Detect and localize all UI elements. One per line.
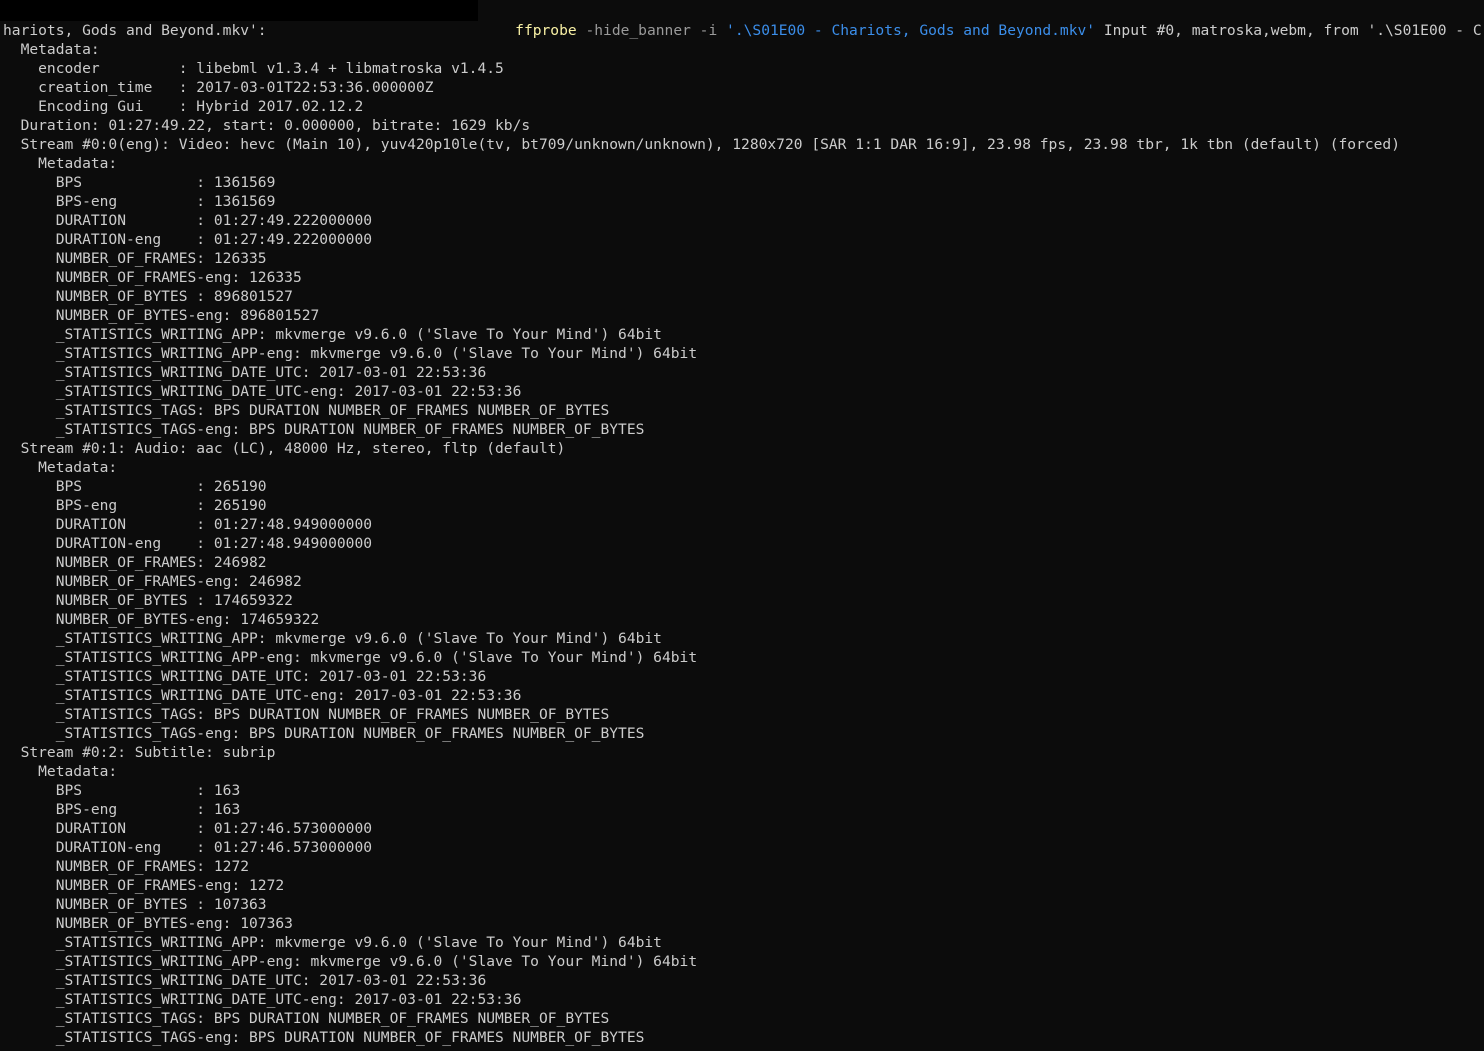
output-line: Metadata:: [3, 155, 118, 172]
output-line: BPS-eng : 265190: [3, 497, 267, 514]
output-lines: hariots, Gods and Beyond.mkv': Metadata:…: [0, 21, 1484, 1047]
output-line: _STATISTICS_WRITING_DATE_UTC-eng: 2017-0…: [3, 687, 522, 704]
output-start: Input #0, matroska,webm, from '.\S01E00 …: [1095, 22, 1482, 39]
output-line: Metadata:: [3, 41, 100, 58]
output-line: BPS : 1361569: [3, 174, 276, 191]
output-line: NUMBER_OF_FRAMES: 246982: [3, 554, 267, 571]
output-line: _STATISTICS_WRITING_DATE_UTC-eng: 2017-0…: [3, 991, 522, 1008]
output-line: DURATION : 01:27:49.222000000: [3, 212, 373, 229]
output-line: NUMBER_OF_FRAMES-eng: 246982: [3, 573, 302, 590]
output-line: Encoding Gui : Hybrid 2017.02.12.2: [3, 98, 364, 115]
output-line: _STATISTICS_WRITING_APP-eng: mkvmerge v9…: [3, 649, 698, 666]
output-line: DURATION-eng : 01:27:49.222000000: [3, 231, 373, 248]
output-line: _STATISTICS_WRITING_DATE_UTC: 2017-03-01…: [3, 364, 487, 381]
output-line: _STATISTICS_TAGS: BPS DURATION NUMBER_OF…: [3, 402, 610, 419]
output-line: Stream #0:1: Audio: aac (LC), 48000 Hz, …: [3, 440, 566, 457]
output-line: NUMBER_OF_BYTES : 896801527: [3, 288, 293, 305]
output-line: NUMBER_OF_FRAMES-eng: 126335: [3, 269, 302, 286]
output-line: Duration: 01:27:49.22, start: 0.000000, …: [3, 117, 531, 134]
output-line: Metadata:: [3, 459, 118, 476]
output-line: _STATISTICS_WRITING_APP: mkvmerge v9.6.0…: [3, 630, 662, 647]
output-line: DURATION : 01:27:46.573000000: [3, 820, 373, 837]
output-line: NUMBER_OF_BYTES-eng: 107363: [3, 915, 293, 932]
command-args: -hide_banner -i: [576, 22, 727, 39]
output-line: BPS-eng : 163: [3, 801, 241, 818]
output-line: BPS : 163: [3, 782, 241, 799]
output-line: Stream #0:0(eng): Video: hevc (Main 10),…: [3, 136, 1401, 153]
output-line: DURATION-eng : 01:27:48.949000000: [3, 535, 373, 552]
output-line: Metadata:: [3, 763, 118, 780]
output-line: _STATISTICS_WRITING_DATE_UTC: 2017-03-01…: [3, 668, 487, 685]
output-line: NUMBER_OF_FRAMES-eng: 1272: [3, 877, 285, 894]
output-line: BPS-eng : 1361569: [3, 193, 276, 210]
output-line: _STATISTICS_WRITING_APP-eng: mkvmerge v9…: [3, 953, 698, 970]
output-line: BPS : 265190: [3, 478, 267, 495]
output-line: _STATISTICS_TAGS: BPS DURATION NUMBER_OF…: [3, 706, 610, 723]
output-line: NUMBER_OF_BYTES : 174659322: [3, 592, 293, 609]
output-line: _STATISTICS_WRITING_APP-eng: mkvmerge v9…: [3, 345, 698, 362]
output-line: creation_time : 2017-03-01T22:53:36.0000…: [3, 79, 434, 96]
output-line: _STATISTICS_TAGS: BPS DURATION NUMBER_OF…: [3, 1010, 610, 1027]
command-line: ffprobe -hide_banner -i '.\S01E00 - Char…: [0, 0, 1484, 39]
output-line: _STATISTICS_WRITING_DATE_UTC: 2017-03-01…: [3, 972, 487, 989]
output-line: _STATISTICS_WRITING_APP: mkvmerge v9.6.0…: [3, 934, 662, 951]
output-line: _STATISTICS_TAGS-eng: BPS DURATION NUMBE…: [3, 1029, 645, 1046]
output-line: NUMBER_OF_BYTES-eng: 174659322: [3, 611, 320, 628]
output-line: Stream #0:2: Subtitle: subrip: [3, 744, 276, 761]
output-line: DURATION : 01:27:48.949000000: [3, 516, 373, 533]
output-line: _STATISTICS_TAGS-eng: BPS DURATION NUMBE…: [3, 421, 645, 438]
output-line: _STATISTICS_TAGS-eng: BPS DURATION NUMBE…: [3, 725, 645, 742]
terminal-output[interactable]: ffprobe -hide_banner -i '.\S01E00 - Char…: [0, 0, 1484, 1047]
command-path: '.\S01E00 - Chariots, Gods and Beyond.mk…: [726, 22, 1096, 39]
output-line: NUMBER_OF_BYTES : 107363: [3, 896, 267, 913]
output-line: NUMBER_OF_FRAMES: 126335: [3, 250, 267, 267]
output-line: _STATISTICS_WRITING_APP: mkvmerge v9.6.0…: [3, 326, 662, 343]
output-line: _STATISTICS_WRITING_DATE_UTC-eng: 2017-0…: [3, 383, 522, 400]
output-line: DURATION-eng : 01:27:46.573000000: [3, 839, 373, 856]
output-line: encoder : libebml v1.3.4 + libmatroska v…: [3, 60, 504, 77]
output-line: NUMBER_OF_BYTES-eng: 896801527: [3, 307, 320, 324]
output-line: NUMBER_OF_FRAMES: 1272: [3, 858, 250, 875]
command-name: ffprobe: [515, 22, 577, 39]
